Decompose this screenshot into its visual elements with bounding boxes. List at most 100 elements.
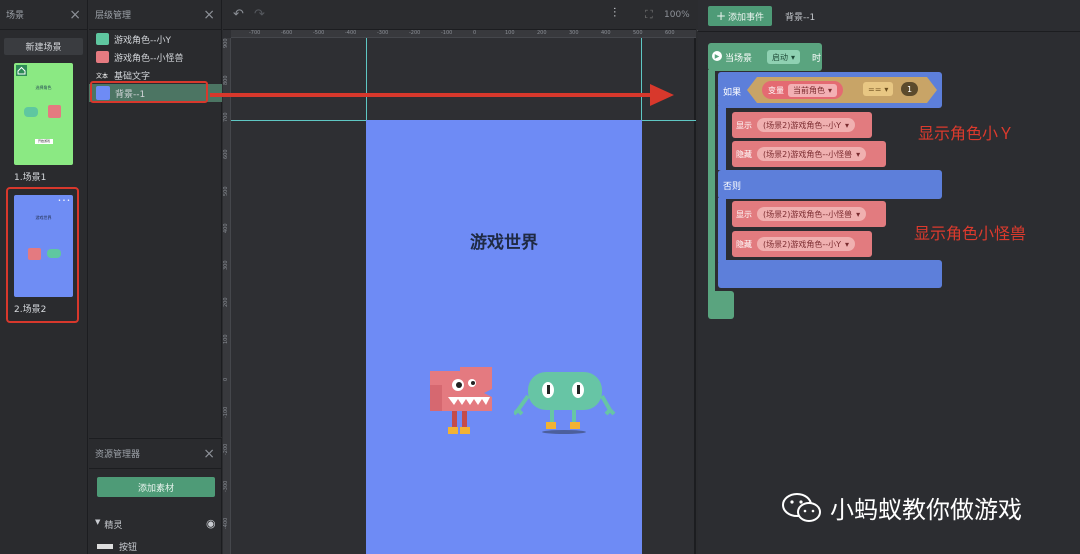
hide-action-block[interactable]: 隐藏 (场景2)游戏角色--小怪兽 ▾ — [732, 141, 886, 167]
if-label: 如果 — [723, 88, 742, 98]
trigger-value: 启动 — [772, 52, 788, 62]
layer-highlight-box — [90, 81, 208, 103]
scene-panel-header: 场景 × — [0, 0, 87, 30]
caret-down-icon: ▾ — [845, 120, 850, 130]
target-dropdown[interactable]: (场景2)游戏角色--小Y ▾ — [757, 118, 856, 132]
resource-panel-title: 资源管理器 — [95, 450, 141, 460]
layer-panel: 层级管理 × 游戏角色--小Y 游戏角色--小怪兽 文本 基础文字 背景--1 — [89, 0, 222, 437]
ruler-tick-y: 200 — [223, 297, 229, 307]
ruler-tick-x: 0 — [473, 30, 477, 36]
ruler-tick-y: -100 — [223, 406, 229, 418]
event-toolbar: + 添加事件 背景--1 — [698, 0, 1080, 32]
target-value: (场景2)游戏角色--小Y — [763, 120, 841, 130]
sprite-icon — [96, 51, 109, 63]
when-block-end — [708, 291, 734, 319]
target-dropdown[interactable]: (场景2)游戏角色--小怪兽 ▾ — [757, 147, 867, 161]
layer-item-label: 游戏角色--小怪兽 — [114, 53, 184, 64]
show-action-block[interactable]: 显示 (场景2)游戏角色--小Y ▾ — [732, 112, 872, 138]
asset-item-button[interactable]: 按钮 — [97, 540, 137, 553]
settings-sliders-icon[interactable]: ⫶ — [613, 6, 616, 21]
trigger-dropdown[interactable]: 启动 ▾ — [767, 50, 801, 64]
scene-1-preview — [16, 65, 61, 144]
close-icon[interactable]: × — [203, 8, 215, 22]
ruler-tick-x: -300 — [377, 30, 389, 36]
caret-down-icon: ▾ — [856, 149, 861, 159]
when-scene-label: 当场景 — [725, 54, 753, 64]
add-event-button[interactable]: + 添加事件 — [708, 6, 772, 26]
when-suffix: 时 — [812, 54, 822, 64]
else-block[interactable]: 否则 — [718, 170, 942, 199]
ruler-tick-y: 600 — [223, 149, 229, 159]
layer-panel-title: 层级管理 — [95, 11, 132, 21]
scene-label-2: 2.场景2 — [14, 305, 47, 315]
add-asset-button[interactable]: 添加素材 — [97, 477, 215, 497]
hide-action-block[interactable]: 隐藏 (场景2)游戏角色--小Y ▾ — [732, 231, 872, 257]
scene-panel-title: 场景 — [6, 11, 25, 21]
watermark-text: 小蚂蚁教你做游戏 — [830, 496, 1022, 524]
layer-item-player[interactable]: 游戏角色--小Y — [89, 30, 222, 48]
watermark: 小蚂蚁教你做游戏 — [782, 490, 1022, 525]
target-dropdown[interactable]: (场景2)游戏角色--小怪兽 ▾ — [757, 207, 867, 221]
ruler-tick-y: -400 — [223, 517, 229, 529]
scene-1-inner-title: 选择角色 — [35, 85, 52, 90]
compare-value[interactable]: 1 — [901, 82, 919, 96]
zoom-level: 100% — [664, 10, 690, 20]
preview-monster-red — [48, 105, 61, 118]
scene-thumbnail-2[interactable]: • • • 游戏世界 — [14, 195, 73, 297]
ruler-tick-y: -300 — [223, 480, 229, 492]
close-icon[interactable]: × — [203, 447, 215, 461]
action-label: 显示 — [736, 210, 752, 219]
variable-block[interactable]: 变量 当前角色 ▾ — [762, 81, 844, 99]
palette-icon[interactable]: ◉ — [206, 517, 216, 530]
if-block[interactable]: 如果 变量 当前角色 ▾ == ▾ 1 — [718, 72, 942, 108]
ruler-tick-x: 600 — [665, 30, 675, 36]
layer-item-monster[interactable]: 游戏角色--小怪兽 — [89, 48, 222, 66]
scene-thumbnail-1[interactable]: 选择角色 开始游戏 — [14, 63, 73, 165]
fit-screen-icon[interactable]: ⛶ — [645, 8, 653, 22]
else-spine — [718, 198, 726, 262]
target-value: (场景2)游戏角色--小Y — [763, 239, 841, 249]
when-block-spine — [708, 70, 715, 296]
operator-dropdown[interactable]: == ▾ — [863, 82, 894, 96]
ruler-tick-x: -500 — [313, 30, 325, 36]
caret-down-icon: ▾ — [845, 239, 850, 249]
ruler-top: -700 -600 -500 -400 -300 -200 -100 0 100 200 300 40… — [231, 30, 707, 38]
show-action-block[interactable]: 显示 (场景2)游戏角色--小怪兽 ▾ — [732, 201, 886, 227]
ruler-tick-x: 100 — [505, 30, 515, 36]
sprite-icon — [96, 33, 109, 45]
ruler-tick-y: 300 — [223, 260, 229, 270]
ruler-tick-x: -700 — [249, 30, 261, 36]
target-value: (场景2)游戏角色--小怪兽 — [763, 149, 853, 159]
player-sprite[interactable] — [514, 372, 616, 440]
monster-sprite[interactable] — [426, 367, 500, 445]
section-label: 精灵 — [104, 521, 123, 531]
undo-icon[interactable]: ↶ — [233, 7, 244, 22]
ruler-tick-y: 500 — [223, 186, 229, 196]
caret-down-icon: ▾ — [791, 52, 796, 62]
new-scene-button[interactable]: 新建场景 — [4, 38, 83, 55]
variable-dropdown[interactable]: 当前角色 ▾ — [788, 83, 838, 97]
redo-icon[interactable]: ↷ — [254, 7, 265, 22]
button-asset-icon — [97, 544, 113, 549]
layer-panel-header: 层级管理 × — [89, 0, 221, 30]
stage-background[interactable]: 游戏世界 — [366, 120, 642, 554]
variable-name: 当前角色 — [793, 85, 825, 95]
sprite-section[interactable]: ▼ 精灵 — [95, 518, 122, 531]
ruler-tick-x: 200 — [537, 30, 547, 36]
more-icon[interactable]: • • • — [58, 198, 70, 204]
plus-icon: + — [715, 9, 727, 23]
annotation-show-monster: 显示角色小怪兽 — [914, 224, 1027, 243]
ruler-tick-y: 0 — [223, 377, 229, 381]
close-icon[interactable]: × — [69, 8, 81, 22]
caret-down-icon: ▾ — [828, 85, 833, 95]
layer-item-label: 基础文字 — [114, 71, 151, 82]
stage-title[interactable]: 游戏世界 — [366, 228, 642, 253]
event-panel: + 添加事件 背景--1 ▶ 当场景 启动 ▾ 时 如果 变量 当前角色 ▾ ==… — [698, 0, 1080, 554]
target-dropdown[interactable]: (场景2)游戏角色--小Y ▾ — [757, 237, 856, 251]
when-scene-block[interactable]: ▶ 当场景 启动 ▾ 时 — [708, 43, 822, 71]
ruler-tick-y: -200 — [223, 443, 229, 455]
operator-value: == — [868, 84, 882, 94]
annotation-arrow — [210, 84, 674, 106]
ruler-tick-x: -200 — [409, 30, 421, 36]
caret-down-icon: ▾ — [856, 209, 861, 219]
